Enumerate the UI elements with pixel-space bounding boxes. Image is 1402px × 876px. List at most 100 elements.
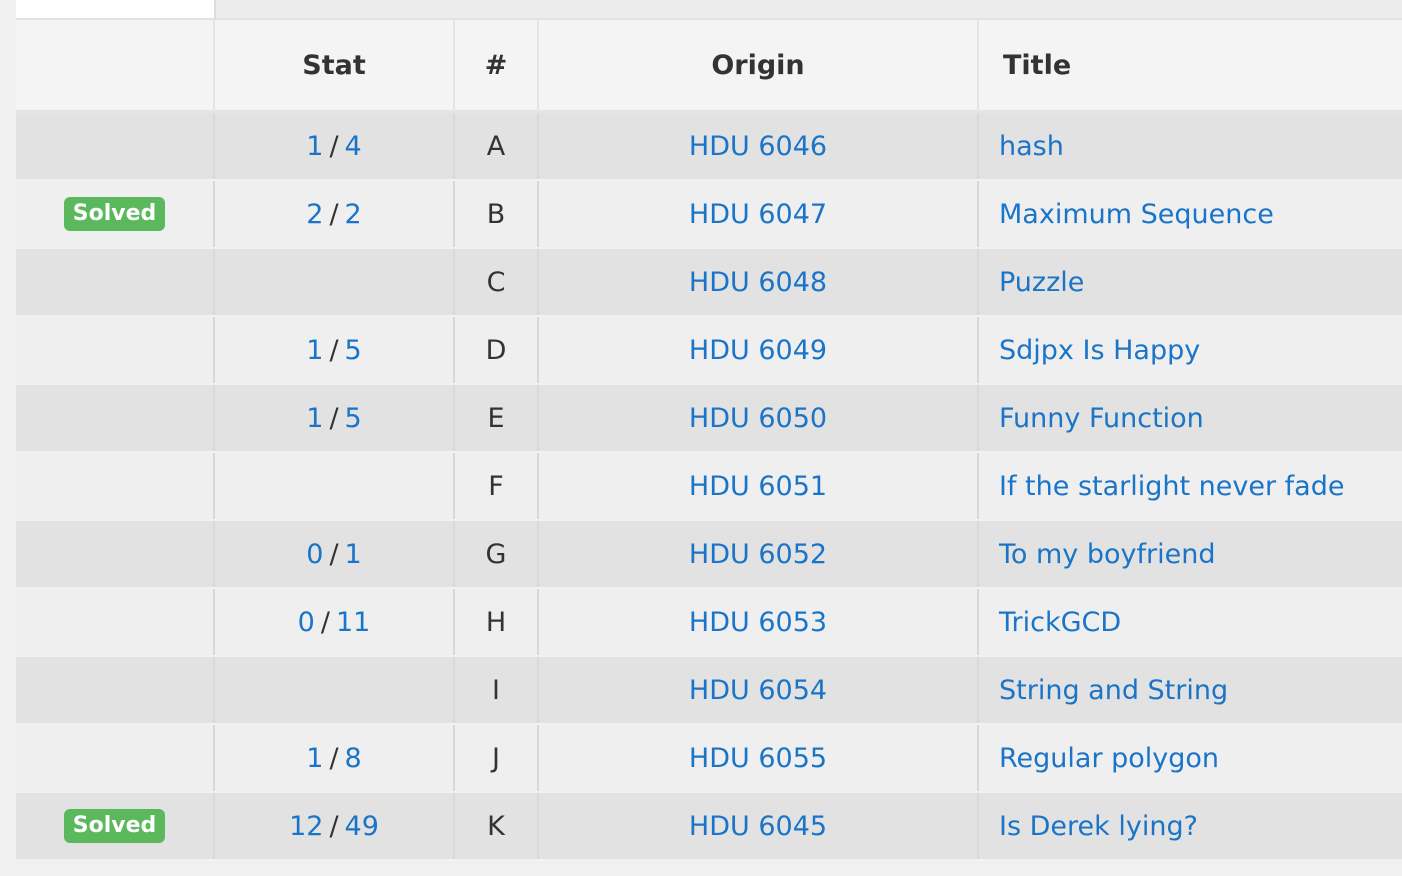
tab-strip [16,0,1402,20]
tab-active[interactable] [16,0,216,18]
stat-cell [213,656,454,725]
origin-link[interactable]: HDU 6050 [689,403,827,434]
problem-title-link[interactable]: Sdjpx Is Happy [999,335,1200,366]
problem-number: J [453,724,538,793]
table-row: Solved 12/49 K HDU 6045 Is Derek lying? [16,792,1402,861]
stat-accepted-link[interactable]: 1 [306,743,323,774]
origin-link[interactable]: HDU 6048 [689,267,827,298]
origin-cell: HDU 6050 [537,384,978,453]
title-cell: Funny Function [977,384,1402,453]
title-cell: Is Derek lying? [977,792,1402,861]
stat-total-link[interactable]: 49 [345,811,379,842]
origin-link[interactable]: HDU 6049 [689,335,827,366]
stat-total-link[interactable]: 8 [345,743,362,774]
origin-cell: HDU 6046 [537,112,978,181]
stat-total-link[interactable]: 5 [345,335,362,366]
origin-link[interactable]: HDU 6045 [689,811,827,842]
origin-link[interactable]: HDU 6046 [689,131,827,162]
problem-title-link[interactable]: If the starlight never fade [999,471,1344,502]
table-row: 0/1 G HDU 6052 To my boyfriend [16,520,1402,589]
origin-link[interactable]: HDU 6055 [689,743,827,774]
stat-total-link[interactable]: 4 [345,131,362,162]
stat-accepted-link[interactable]: 0 [306,539,323,570]
stat-cell: 1/4 [213,112,454,181]
stat-accepted-link[interactable]: 1 [306,335,323,366]
stat-total-link[interactable]: 2 [345,199,362,230]
stat-total-link[interactable]: 1 [345,539,362,570]
problem-number: I [453,656,538,725]
stat-accepted-link[interactable]: 1 [306,131,323,162]
origin-cell: HDU 6045 [537,792,978,861]
problem-number: D [453,316,538,385]
stat-cell: 12/49 [213,792,454,861]
table-header-row: Stat # Origin Title [16,20,1402,114]
solved-badge: Solved [63,809,166,843]
problem-title-link[interactable]: Is Derek lying? [999,811,1198,842]
origin-link[interactable]: HDU 6054 [689,675,827,706]
stat-accepted-link[interactable]: 2 [306,199,323,230]
stat-separator: / [329,334,339,366]
origin-cell: HDU 6052 [537,520,978,589]
stat-cell [213,248,454,317]
problem-title-link[interactable]: To my boyfriend [999,539,1215,570]
table-row: 1/5 E HDU 6050 Funny Function [16,384,1402,453]
origin-cell: HDU 6055 [537,724,978,793]
stat-cell: 1/8 [213,724,454,793]
stat-accepted-link[interactable]: 12 [289,811,323,842]
table-row: 1/4 A HDU 6046 hash [16,112,1402,181]
table-row: I HDU 6054 String and String [16,656,1402,725]
origin-cell: HDU 6051 [537,452,978,521]
stat-separator: / [320,606,330,638]
origin-link[interactable]: HDU 6052 [689,539,827,570]
title-cell: Maximum Sequence [977,180,1402,249]
header-stat[interactable]: Stat [213,20,454,114]
title-cell: Regular polygon [977,724,1402,793]
status-cell [16,112,214,181]
stat-total-link[interactable]: 5 [345,403,362,434]
origin-cell: HDU 6049 [537,316,978,385]
origin-link[interactable]: HDU 6047 [689,199,827,230]
table-row: 1/8 J HDU 6055 Regular polygon [16,724,1402,793]
table-row: 0/11 H HDU 6053 TrickGCD [16,588,1402,657]
status-cell: Solved [16,180,214,249]
problem-title-link[interactable]: Regular polygon [999,743,1219,774]
header-num[interactable]: # [453,20,538,114]
stat-accepted-link[interactable]: 1 [306,403,323,434]
status-cell [16,452,214,521]
origin-link[interactable]: HDU 6051 [689,471,827,502]
status-cell [16,724,214,793]
title-cell: TrickGCD [977,588,1402,657]
header-title[interactable]: Title [977,20,1402,114]
problem-title-link[interactable]: String and String [999,675,1228,706]
stat-separator: / [329,742,339,774]
problem-number: A [453,112,538,181]
status-cell [16,384,214,453]
stat-separator: / [329,810,339,842]
table-row: 1/5 D HDU 6049 Sdjpx Is Happy [16,316,1402,385]
problem-title-link[interactable]: Maximum Sequence [999,199,1274,230]
stat-cell: 1/5 [213,316,454,385]
stat-accepted-link[interactable]: 0 [298,607,315,638]
problem-title-link[interactable]: Puzzle [999,267,1084,298]
origin-cell: HDU 6053 [537,588,978,657]
stat-separator: / [329,198,339,230]
stat-total-link[interactable]: 11 [336,607,370,638]
origin-cell: HDU 6047 [537,180,978,249]
problem-number: H [453,588,538,657]
status-cell [16,656,214,725]
header-status [16,20,214,114]
problem-title-link[interactable]: Funny Function [999,403,1204,434]
stat-cell: 0/11 [213,588,454,657]
origin-link[interactable]: HDU 6053 [689,607,827,638]
title-cell: hash [977,112,1402,181]
problem-title-link[interactable]: TrickGCD [999,607,1121,638]
status-cell [16,588,214,657]
problem-title-link[interactable]: hash [999,131,1064,162]
header-origin[interactable]: Origin [537,20,978,114]
problem-number: G [453,520,538,589]
title-cell: String and String [977,656,1402,725]
status-cell [16,248,214,317]
title-cell: To my boyfriend [977,520,1402,589]
title-cell: If the starlight never fade [977,452,1402,521]
stat-cell: 2/2 [213,180,454,249]
